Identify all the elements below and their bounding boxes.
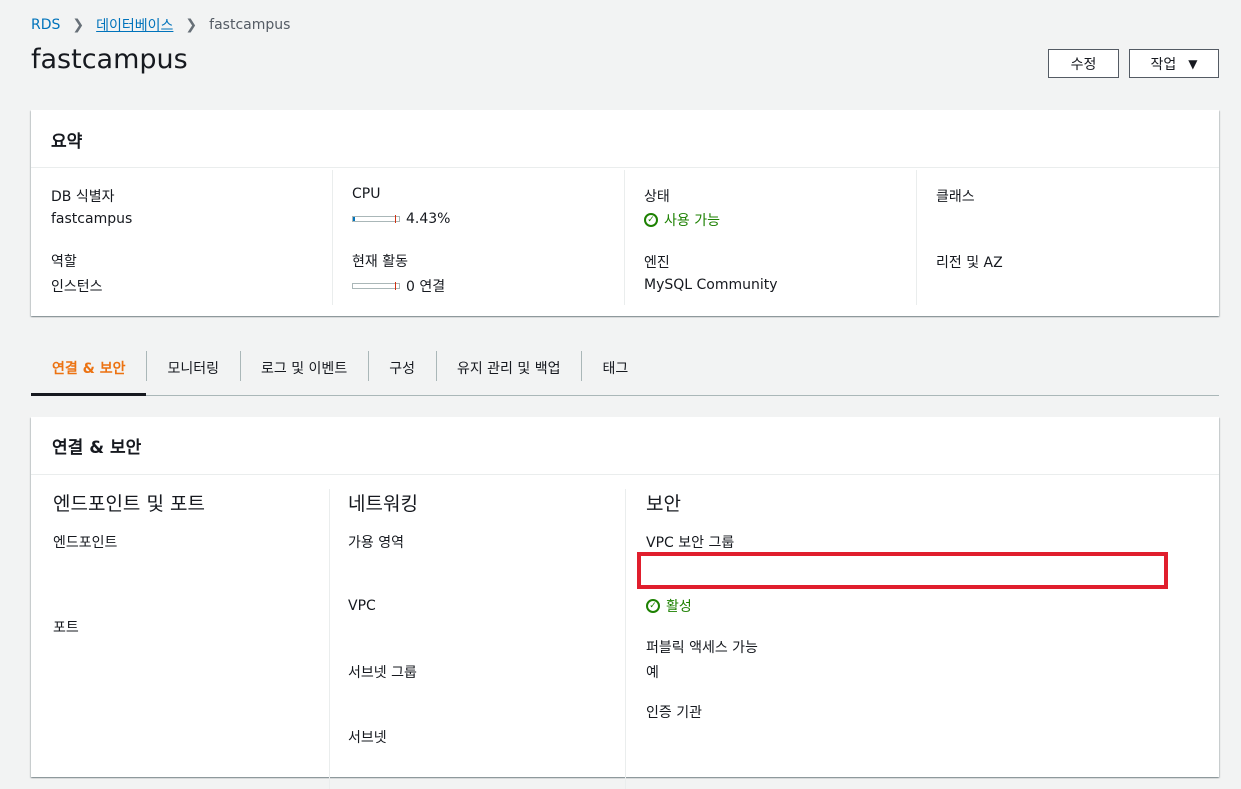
security-group-status: ✓ 활성 (646, 596, 692, 616)
edit-button[interactable]: 수정 (1048, 49, 1119, 78)
endpoint-label: 엔드포인트 (53, 535, 118, 551)
breadcrumb-rds-link[interactable]: RDS (31, 17, 60, 33)
activity-bar (352, 282, 400, 290)
engine-value: MySQL Community (644, 277, 778, 293)
breadcrumb-databases-link[interactable]: 데이터베이스 (96, 15, 173, 35)
security-group-status-value: 활성 (666, 599, 692, 615)
networking-section: 네트워킹 가용 영역 VPC 서브넷 그룹 서브넷 (329, 489, 626, 789)
chevron-right-icon: ❯ (185, 17, 198, 33)
activity-value: 0 연결 (406, 279, 446, 295)
summary-col-metrics: CPU 4.43% 현재 활동 0 연결 (332, 170, 625, 305)
engine-label: 엔진 (644, 255, 670, 271)
edit-button-label: 수정 (1070, 56, 1097, 73)
tab-connectivity-security[interactable]: 연결 & 보안 (31, 342, 147, 396)
security-section-title: 보안 (646, 493, 681, 515)
activity-label: 현재 활동 (352, 254, 408, 270)
summary-col-class: 클래스 리전 및 AZ (916, 170, 1216, 305)
actions-button[interactable]: 작업 ▼ (1129, 49, 1219, 78)
db-identifier-value: fastcampus (51, 211, 133, 227)
tab-tags[interactable]: 태그 (581, 342, 649, 394)
cpu-bar-fill (353, 217, 356, 221)
check-circle-icon: ✓ (646, 599, 660, 613)
highlight-box (637, 552, 1168, 589)
caret-down-icon: ▼ (1188, 56, 1198, 71)
cpu-meter: 4.43% (352, 211, 450, 227)
certificate-authority-label: 인증 기관 (646, 705, 702, 721)
security-section: 보안 VPC 보안 그룹 ✓ 활성 퍼블릭 액세스 가능 예 인증 기관 (625, 489, 1219, 789)
activity-threshold-mark (395, 282, 396, 290)
summary-panel: 요약 DB 식별자 fastcampus 역할 인스턴스 CPU 4.43% 현… (31, 110, 1219, 316)
endpoint-section-title: 엔드포인트 및 포트 (53, 493, 205, 515)
actions-button-label: 작업 (1150, 56, 1177, 73)
summary-title: 요약 (31, 110, 1219, 168)
summary-col-status: 상태 ✓ 사용 가능 엔진 MySQL Community (624, 170, 917, 305)
tab-monitoring[interactable]: 모니터링 (146, 342, 240, 394)
page-title: fastcampus (31, 44, 188, 75)
db-identifier-label: DB 식별자 (51, 189, 115, 205)
status-label: 상태 (644, 189, 670, 205)
activity-meter: 0 연결 (352, 276, 445, 296)
vpc-label: VPC (348, 598, 376, 614)
public-access-value: 예 (646, 665, 659, 681)
tab-configuration[interactable]: 구성 (368, 342, 436, 394)
breadcrumb-current: fastcampus (209, 17, 291, 33)
connectivity-title: 연결 & 보안 (31, 417, 1219, 475)
cpu-value: 4.43% (406, 211, 451, 227)
chevron-right-icon: ❯ (72, 17, 85, 33)
detail-tabs: 연결 & 보안 모니터링 로그 및 이벤트 구성 유지 관리 및 백업 태그 (31, 342, 1219, 396)
breadcrumb: RDS ❯ 데이터베이스 ❯ fastcampus (31, 15, 290, 35)
tab-logs-events[interactable]: 로그 및 이벤트 (240, 342, 368, 394)
tab-maintenance-backups[interactable]: 유지 관리 및 백업 (435, 342, 582, 394)
endpoint-section: 엔드포인트 및 포트 엔드포인트 포트 (31, 489, 330, 789)
subnet-group-label: 서브넷 그룹 (348, 665, 417, 681)
cpu-threshold-mark (395, 215, 396, 223)
role-value: 인스턴스 (51, 279, 103, 295)
cpu-label: CPU (352, 186, 381, 202)
networking-section-title: 네트워킹 (348, 493, 418, 515)
check-circle-icon: ✓ (644, 213, 658, 227)
public-access-label: 퍼블릭 액세스 가능 (646, 640, 758, 656)
connectivity-panel: 연결 & 보안 엔드포인트 및 포트 엔드포인트 포트 네트워킹 가용 영역 V… (31, 417, 1219, 789)
status-value: 사용 가능 (664, 213, 720, 229)
subnet-label: 서브넷 (348, 730, 387, 746)
port-label: 포트 (53, 620, 79, 636)
summary-col-identifier: DB 식별자 fastcampus 역할 인스턴스 (31, 170, 333, 305)
class-label: 클래스 (936, 189, 975, 205)
az-label: 가용 영역 (348, 535, 404, 551)
cpu-bar (352, 215, 400, 223)
status-badge: ✓ 사용 가능 (644, 210, 720, 230)
role-label: 역할 (51, 254, 77, 270)
vpc-security-group-label: VPC 보안 그룹 (646, 535, 735, 551)
region-az-label: 리전 및 AZ (936, 255, 1003, 271)
